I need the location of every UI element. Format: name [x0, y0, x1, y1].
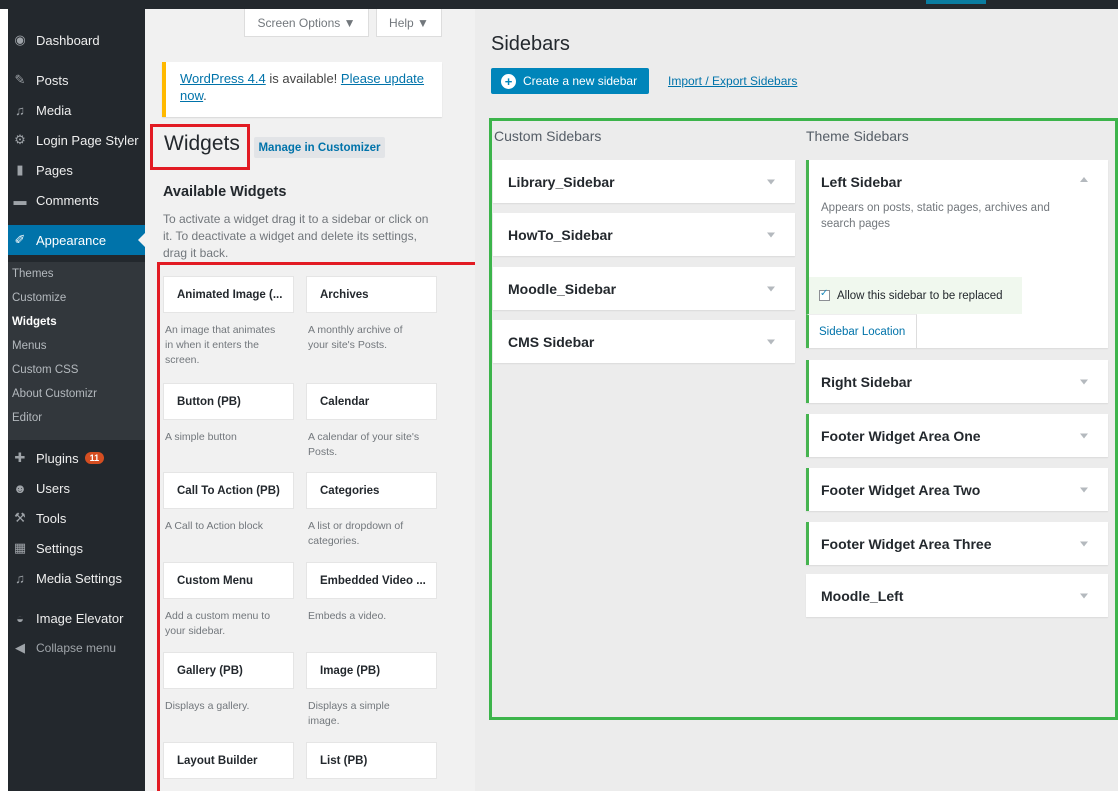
- highlight-box-sidebars: [489, 118, 1118, 720]
- menu-label: Users: [36, 480, 70, 496]
- menu-label: Pages: [36, 162, 73, 178]
- menu-plugins[interactable]: ✚ Plugins 11: [8, 443, 145, 473]
- menu-settings[interactable]: ▦ Settings: [8, 533, 145, 563]
- appearance-submenu: Themes Customize Widgets Menus Custom CS…: [8, 262, 145, 440]
- available-widgets-heading: Available Widgets: [163, 184, 287, 200]
- manage-in-customizer-button[interactable]: Manage in Customizer: [254, 137, 385, 158]
- create-sidebar-label: Create a new sidebar: [523, 74, 638, 88]
- page-title: Widgets: [164, 132, 240, 155]
- menu-label: Settings: [36, 540, 83, 556]
- menu-appearance[interactable]: ✐ Appearance: [8, 225, 145, 255]
- left-gutter: [0, 9, 8, 791]
- wrench-icon: ⚒: [14, 510, 26, 525]
- comment-icon: ▬: [13, 192, 27, 208]
- menu-dashboard[interactable]: ◉ Dashboard: [8, 25, 145, 55]
- screen-options-button[interactable]: Screen Options ▼: [244, 9, 369, 37]
- plugin-icon: ✚: [14, 450, 26, 465]
- menu-label: Media: [36, 102, 72, 118]
- gear-icon: ⚙: [14, 132, 26, 147]
- available-widgets-description: To activate a widget drag it to a sideba…: [163, 212, 429, 260]
- submenu-widgets[interactable]: Widgets: [12, 316, 57, 328]
- menu-image-elevator[interactable]: ◒ Image Elevator: [8, 603, 145, 633]
- user-icon: ☻: [13, 480, 27, 496]
- pin-icon: ✎: [14, 72, 26, 87]
- menu-posts[interactable]: ✎ Posts: [8, 65, 145, 95]
- submenu-about-customizr[interactable]: About Customizr: [12, 388, 97, 400]
- plugins-update-badge: 11: [84, 452, 105, 464]
- notice-text: is available!: [265, 71, 341, 86]
- menu-pages[interactable]: ▮ Pages: [8, 155, 145, 185]
- top-accent: [926, 0, 986, 4]
- plus-icon: +: [501, 73, 516, 89]
- submenu-menus[interactable]: Menus: [12, 340, 47, 352]
- menu-label: Appearance: [36, 232, 107, 248]
- menu-label: Tools: [36, 510, 67, 526]
- menu-media-settings[interactable]: ♫ Media Settings: [8, 563, 145, 593]
- import-export-link[interactable]: Import / Export Sidebars: [668, 74, 797, 88]
- submenu-editor[interactable]: Editor: [12, 412, 42, 424]
- dashboard-icon: ◉: [14, 32, 26, 47]
- submenu-themes[interactable]: Themes: [12, 268, 54, 280]
- media-icon: ♫: [15, 102, 25, 118]
- submenu-custom-css[interactable]: Custom CSS: [12, 364, 78, 376]
- admin-sidebar: ◉ Dashboard ✎ Posts ♫ Media ⚙ Login Page Sty…: [0, 9, 145, 791]
- media-icon: ♫: [15, 570, 25, 586]
- menu-label: Comments: [36, 192, 99, 208]
- menu-label: Login Page Styler: [36, 132, 139, 148]
- create-sidebar-button[interactable]: + Create a new sidebar: [491, 68, 649, 94]
- settings-icon: ▦: [13, 540, 27, 555]
- collapse-icon: ◀: [15, 640, 25, 655]
- page-icon: ▮: [16, 162, 24, 177]
- menu-label: Collapse menu: [36, 641, 117, 655]
- menu-label: Dashboard: [36, 32, 100, 48]
- menu-tools[interactable]: ⚒ Tools: [8, 503, 145, 533]
- notice-end: .: [203, 88, 207, 103]
- top-strip: [0, 0, 1118, 9]
- collapse-menu-button[interactable]: ◀ Collapse menu: [8, 633, 145, 663]
- menu-label: Posts: [36, 72, 69, 88]
- menu-label: Image Elevator: [36, 610, 124, 626]
- menu-media[interactable]: ♫ Media: [8, 95, 145, 125]
- submenu-customize[interactable]: Customize: [12, 292, 66, 304]
- highlight-box-widgets: [157, 262, 483, 791]
- help-button[interactable]: Help ▼: [376, 9, 442, 37]
- elevator-icon: ◒: [16, 610, 24, 626]
- menu-users[interactable]: ☻ Users: [8, 473, 145, 503]
- menu-label: Plugins: [36, 450, 79, 466]
- menu-label: Media Settings: [36, 570, 122, 586]
- sidebars-title: Sidebars: [491, 33, 570, 55]
- menu-login-page-styler[interactable]: ⚙ Login Page Styler: [8, 125, 145, 155]
- menu-comments[interactable]: ▬ Comments: [8, 185, 145, 215]
- update-notice: WordPress 4.4 is available! Please updat…: [162, 62, 442, 117]
- wordpress-version-link[interactable]: WordPress 4.4: [180, 71, 266, 86]
- brush-icon: ✐: [14, 232, 26, 247]
